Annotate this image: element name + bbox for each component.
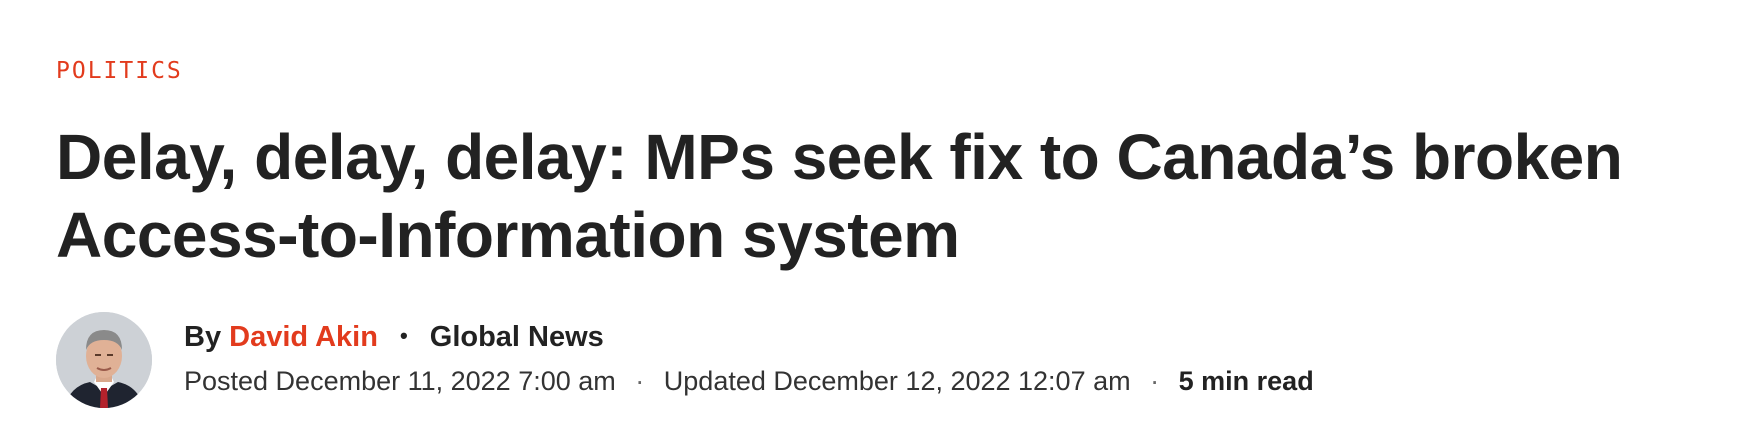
author-avatar[interactable] bbox=[56, 312, 152, 408]
category-link[interactable]: POLITICS bbox=[56, 57, 183, 85]
article-meta: Posted December 11, 2022 7:00 am · Updat… bbox=[184, 364, 1314, 398]
author-photo-icon bbox=[56, 312, 152, 408]
posted-date: Posted December 11, 2022 7:00 am bbox=[184, 366, 616, 396]
updated-date: Updated December 12, 2022 12:07 am bbox=[663, 366, 1131, 396]
headline: Delay, delay, delay: MPs seek fix to Can… bbox=[56, 121, 1623, 271]
byline-separator: • bbox=[400, 323, 408, 348]
read-time: 5 min read bbox=[1178, 366, 1314, 396]
meta-separator: · bbox=[1150, 366, 1160, 396]
byline-prefix: By bbox=[184, 321, 222, 353]
outlet-name: Global News bbox=[429, 321, 604, 353]
author-line: By David Akin • Global News bbox=[184, 318, 604, 355]
byline: By David Akin • Global News Posted Decem… bbox=[56, 312, 1556, 412]
meta-separator: · bbox=[635, 366, 645, 396]
author-link[interactable]: David Akin bbox=[229, 321, 378, 353]
